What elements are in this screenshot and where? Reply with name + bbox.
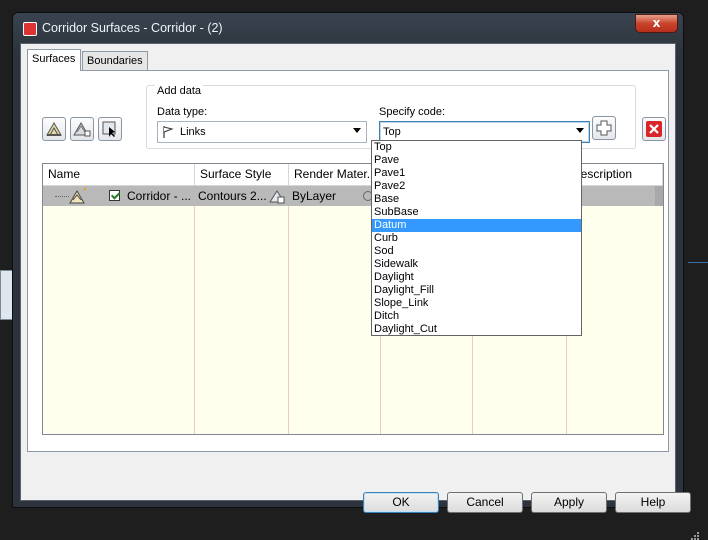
code-option[interactable]: Datum [372, 219, 581, 232]
code-option[interactable]: Top [372, 141, 581, 154]
tab-surfaces[interactable]: Surfaces [27, 49, 81, 71]
surface-name-cell: Corridor - ... [127, 189, 192, 203]
ok-button[interactable]: OK [363, 492, 439, 513]
column-divider [288, 185, 289, 434]
add-surface-data-button[interactable] [70, 117, 94, 141]
chevron-down-icon[interactable] [353, 128, 361, 133]
dialog-window: Corridor Surfaces - Corridor - (2) x Sur… [12, 12, 699, 540]
tree-connector [55, 196, 69, 197]
code-option[interactable]: Daylight_Fill [372, 284, 581, 297]
data-type-select[interactable]: Links [157, 121, 367, 143]
column-header-name[interactable]: Name [43, 164, 195, 185]
surface-style-cell[interactable]: Contours 2... [198, 186, 268, 206]
code-option[interactable]: Sidewalk [372, 258, 581, 271]
code-option[interactable]: Slope_Link [372, 297, 581, 310]
specify-code-dropdown-list[interactable]: Top Pave Pave1 Pave2 Base SubBase Datum Curb Sod… [371, 140, 582, 336]
specify-code-value: Top [383, 126, 401, 138]
column-header-render-material[interactable]: Render Mater... [289, 164, 381, 185]
data-type-label: Data type: [157, 106, 208, 118]
resize-grip-icon[interactable] [691, 532, 699, 540]
tab-boundaries[interactable]: Boundaries [82, 51, 148, 71]
code-option[interactable]: SubBase [372, 206, 581, 219]
links-flag-icon [163, 126, 174, 138]
render-material-cell[interactable]: ByLayer [292, 186, 362, 206]
column-divider [194, 185, 195, 434]
code-option[interactable]: Ditch [372, 310, 581, 323]
code-option[interactable]: Pave2 [372, 180, 581, 193]
column-header-surface-style[interactable]: Surface Style [195, 164, 289, 185]
plus-icon [596, 120, 612, 136]
help-button[interactable]: Help [615, 492, 691, 513]
add-code-button[interactable] [592, 116, 616, 140]
data-type-value: Links [180, 126, 206, 138]
add-surface-data-icon [73, 122, 91, 137]
chevron-down-icon[interactable] [576, 128, 584, 133]
surface-icon [69, 188, 86, 204]
app-icon [23, 22, 37, 36]
specify-code-label: Specify code: [379, 106, 446, 118]
apply-button[interactable]: Apply [531, 492, 607, 513]
create-surface-icon [46, 122, 62, 136]
red-x-icon [646, 121, 662, 137]
code-option[interactable]: Daylight_Cut [372, 323, 581, 336]
row-scroll-thumb [655, 186, 663, 206]
remove-button[interactable] [642, 117, 666, 141]
code-option[interactable]: Sod [372, 245, 581, 258]
title-bar[interactable]: Corridor Surfaces - Corridor - (2) x [13, 13, 683, 45]
close-button[interactable]: x [635, 14, 678, 33]
code-option[interactable]: Daylight [372, 271, 581, 284]
code-option[interactable]: Pave [372, 154, 581, 167]
window-title: Corridor Surfaces - Corridor - (2) [42, 21, 223, 35]
create-surface-button[interactable] [42, 117, 66, 141]
pick-from-drawing-button[interactable] [98, 117, 122, 141]
code-option[interactable]: Curb [372, 232, 581, 245]
pick-cursor-icon [102, 121, 116, 137]
code-option[interactable]: Base [372, 193, 581, 206]
code-option[interactable]: Pave1 [372, 167, 581, 180]
style-edit-icon[interactable] [269, 188, 285, 204]
add-data-label: Add data [155, 85, 204, 97]
surface-checkbox[interactable] [109, 190, 120, 201]
cancel-button[interactable]: Cancel [447, 492, 523, 513]
background-line [688, 262, 708, 263]
